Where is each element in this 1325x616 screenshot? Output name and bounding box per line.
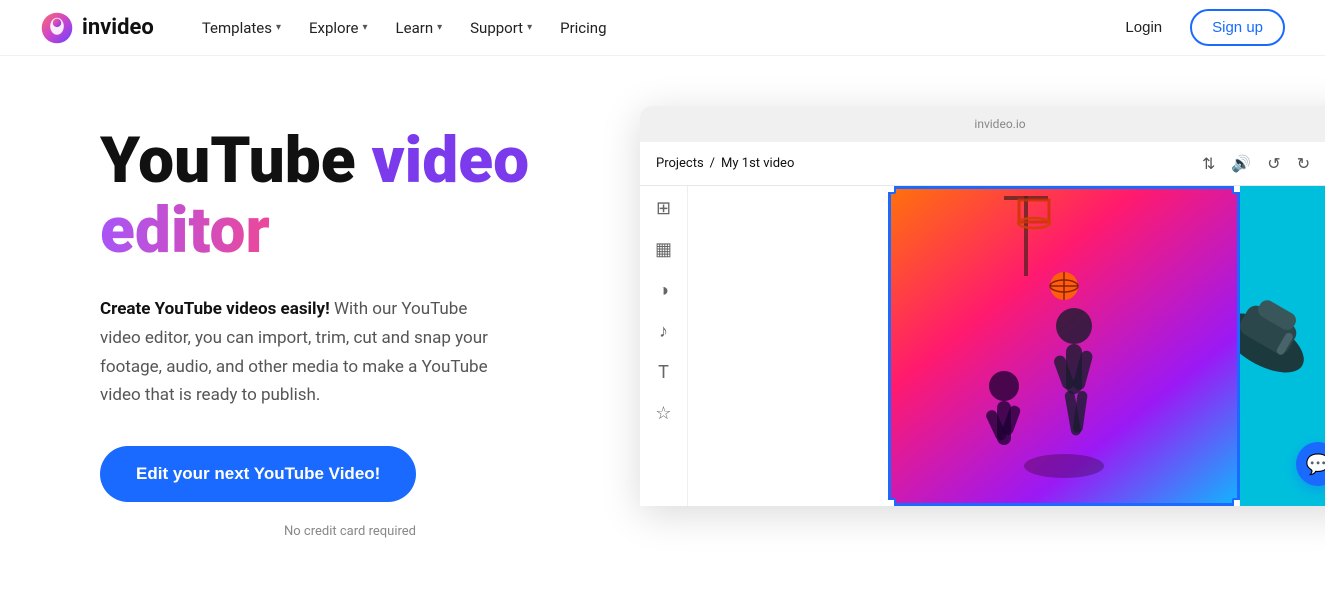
title-youtube: YouTube (100, 123, 372, 198)
breadcrumb-separator: / (710, 156, 715, 171)
sidebar-media-icon[interactable]: ▦ (655, 239, 672, 260)
resize-handle-bl[interactable] (888, 498, 896, 506)
video-preview (888, 186, 1240, 506)
chevron-icon: ▾ (527, 22, 532, 33)
sidebar-music-icon[interactable]: ♪ (659, 321, 668, 342)
canvas-content (688, 186, 1325, 506)
chat-icon: 💬 (1306, 452, 1325, 476)
signup-button[interactable]: Sign up (1190, 9, 1285, 46)
editor-url: invideo.io (974, 117, 1025, 131)
selection-box (888, 186, 1240, 506)
chevron-icon: ▾ (363, 22, 368, 33)
breadcrumb-current[interactable]: My 1st video (721, 156, 794, 171)
hero-content: YouTube video editor Create YouTube vide… (100, 116, 600, 539)
hero-desc-bold: Create YouTube videos easily! (100, 299, 330, 319)
resize-handle-tr[interactable] (1232, 186, 1240, 194)
nav-links: Templates ▾ Explore ▾ Learn ▾ Support ▾ … (190, 11, 1114, 45)
nav-pricing[interactable]: Pricing (548, 11, 618, 45)
nav-explore[interactable]: Explore ▾ (297, 11, 380, 45)
editor-toolbar-icons: ⇅ 🔊 ↺ ↻ ⬤ (1202, 154, 1325, 173)
breadcrumb-projects[interactable]: Projects (656, 156, 704, 171)
arrange-icon[interactable]: ⇅ (1202, 154, 1215, 173)
editor-body: ⊞ ▦ ◑ ♪ T ☆ (640, 186, 1325, 506)
logo-link[interactable]: invideo (40, 11, 154, 45)
chevron-icon: ▾ (437, 22, 442, 33)
nav-actions: Login Sign up (1113, 9, 1285, 46)
editor-topbar: invideo.io (640, 106, 1325, 142)
canvas-main (888, 186, 1240, 506)
editor-preview: invideo.io Projects / My 1st video ⇅ 🔊 ↺… (640, 106, 1325, 506)
hero-section: YouTube video editor Create YouTube vide… (0, 56, 1325, 616)
resize-handle-br[interactable] (1232, 498, 1240, 506)
resize-handle-tl[interactable] (888, 186, 896, 194)
redo-icon[interactable]: ↺ (1267, 154, 1280, 173)
navbar: invideo Templates ▾ Explore ▾ Learn ▾ Su… (0, 0, 1325, 56)
audio-icon[interactable]: 🔊 (1231, 154, 1251, 173)
logo-icon (40, 11, 74, 45)
sidebar-text-icon[interactable]: T (658, 362, 669, 383)
undo-icon[interactable]: ↻ (1297, 154, 1310, 173)
editor-toolbar: Projects / My 1st video ⇅ 🔊 ↺ ↻ ⬤ (640, 142, 1325, 186)
nav-support[interactable]: Support ▾ (458, 11, 544, 45)
editor-breadcrumb: Projects / My 1st video (656, 156, 794, 171)
hero-title: YouTube video editor (100, 126, 600, 267)
title-editor: editor (100, 193, 270, 268)
logo-text: invideo (82, 15, 154, 40)
nav-templates[interactable]: Templates ▾ (190, 11, 293, 45)
sidebar-elements-icon[interactable]: ⊞ (656, 198, 671, 219)
editor-sidebar: ⊞ ▦ ◑ ♪ T ☆ (640, 186, 688, 506)
sidebar-effects-icon[interactable]: ◑ (658, 280, 669, 301)
cta-note: No credit card required (100, 524, 600, 539)
login-button[interactable]: Login (1113, 11, 1174, 44)
cta-button[interactable]: Edit your next YouTube Video! (100, 446, 416, 502)
hero-description: Create YouTube videos easily! With our Y… (100, 295, 500, 411)
editor-canvas (688, 186, 1325, 506)
title-video: video (372, 123, 530, 198)
canvas-panel-left (688, 186, 888, 506)
chevron-icon: ▾ (276, 22, 281, 33)
sidebar-favorites-icon[interactable]: ☆ (655, 403, 671, 424)
nav-learn[interactable]: Learn ▾ (384, 11, 455, 45)
editor-window: invideo.io Projects / My 1st video ⇅ 🔊 ↺… (640, 106, 1325, 506)
